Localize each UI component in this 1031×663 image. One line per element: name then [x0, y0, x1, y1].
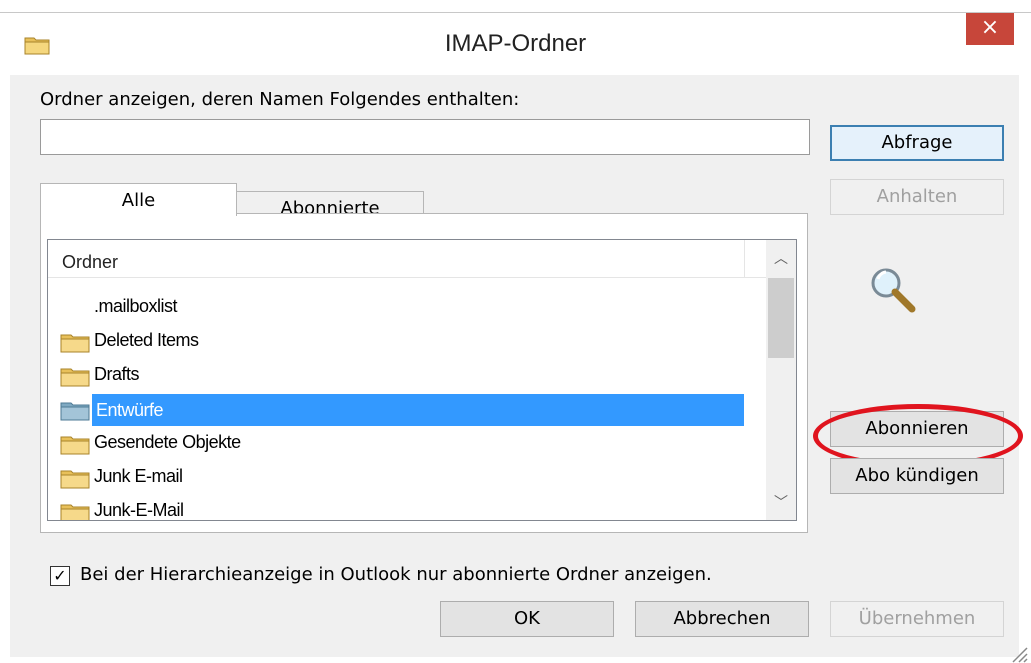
imap-folder-dialog: IMAP-Ordner × Ordner anzeigen, deren Nam… [0, 12, 1031, 663]
list-item-label: .mailboxlist [94, 296, 178, 316]
search-input[interactable] [40, 119, 810, 155]
hierarchy-checkbox[interactable]: ✓ [50, 566, 70, 586]
folder-icon [60, 504, 90, 520]
vertical-scrollbar[interactable]: ︿ ﹀ [766, 240, 796, 520]
close-button[interactable]: × [966, 13, 1014, 45]
cancel-button[interactable]: Abbrechen [635, 601, 809, 637]
query-button[interactable]: Abfrage [830, 125, 1004, 161]
title-bar: IMAP-Ordner × [0, 13, 1031, 75]
window-frame-left [0, 75, 10, 657]
list-item-label: Junk-E-Mail [94, 500, 184, 520]
window-title: IMAP-Ordner [444, 30, 587, 57]
list-item-label: Drafts [94, 364, 140, 384]
stop-button[interactable]: Anhalten [830, 179, 1004, 215]
folder-icon [60, 402, 90, 421]
search-label: Ordner anzeigen, deren Namen Folgendes e… [40, 89, 520, 110]
ok-button[interactable]: OK [440, 601, 614, 637]
column-divider [744, 240, 745, 278]
list-item-label: Junk E-mail [94, 466, 183, 486]
resize-grip-icon[interactable] [1008, 643, 1028, 663]
chevron-down-icon[interactable]: ﹀ [766, 486, 796, 520]
folder-list[interactable]: Ordner .mailboxlist Deleted Items Drafts [47, 239, 797, 521]
column-header-folder[interactable]: Ordner [48, 240, 768, 278]
search-icon [871, 268, 916, 313]
folder-icon [60, 334, 90, 353]
hierarchy-checkbox-label[interactable]: Bei der Hierarchieanzeige in Outlook nur… [80, 564, 712, 585]
folder-icon [60, 436, 90, 455]
window-frame-right [1019, 75, 1031, 657]
apply-button[interactable]: Übernehmen [830, 601, 1004, 637]
list-item-label: Entwürfe [92, 394, 744, 426]
folder-icon [60, 368, 90, 387]
unsubscribe-button[interactable]: Abo kündigen [830, 458, 1004, 494]
chevron-up-icon[interactable]: ︿ [766, 242, 796, 276]
list-item-label: Gesendete Objekte [94, 432, 241, 452]
tab-all[interactable]: Alle [40, 183, 237, 216]
scrollbar-thumb[interactable] [768, 278, 794, 358]
list-item-label: Deleted Items [94, 330, 199, 350]
folder-icon [60, 470, 90, 489]
